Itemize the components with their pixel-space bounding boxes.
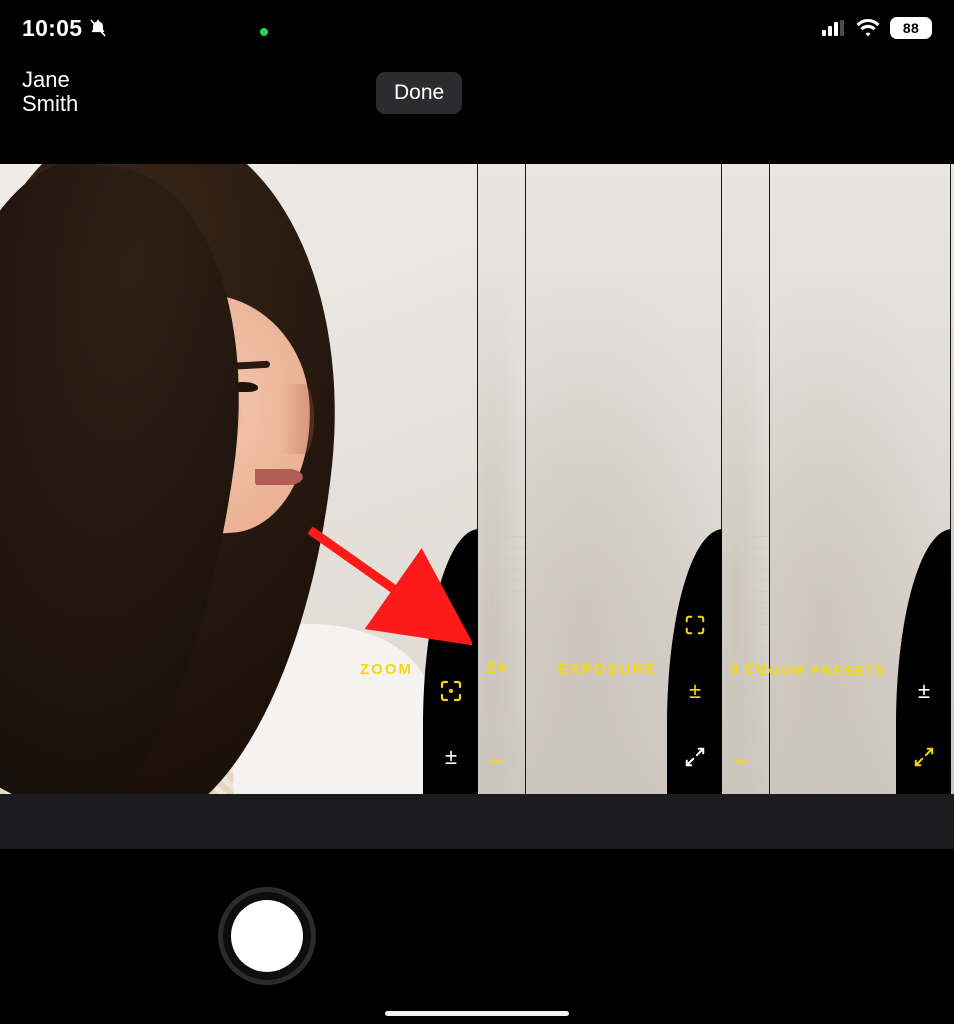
contact-last-name: Smith — [22, 92, 78, 116]
wifi-icon — [856, 19, 880, 37]
shutter-button[interactable] — [218, 887, 316, 985]
expand-icon — [682, 744, 708, 770]
contact-first-name: Jane — [22, 68, 78, 92]
plus-minus-icon: ± — [911, 678, 937, 704]
panel-divider: 2× − — [477, 164, 525, 794]
panel-divider: 2× − — [950, 164, 954, 794]
preview-panel-exposure[interactable]: EXPOSURE ± — [525, 164, 721, 794]
status-time: 10:05 — [22, 15, 82, 42]
cellular-icon — [822, 20, 846, 36]
expand-icon — [911, 744, 937, 770]
panel-divider: 0 EV − — [721, 164, 769, 794]
preview-panel-zoom-presets[interactable]: ZOOM PRESETS ± — [769, 164, 950, 794]
contact-name: Jane Smith — [22, 68, 78, 116]
camera-preview-strip: ZOOM ± 2× − EXPOSURE ± — [0, 164, 954, 794]
focus-bracket-icon — [438, 678, 464, 704]
done-button[interactable]: Done — [376, 72, 462, 114]
zoom-presets-label: ZOOM PRESETS — [759, 663, 886, 678]
shutter-inner — [231, 900, 303, 972]
zoom-ruler — [503, 536, 525, 786]
battery-indicator: 88 — [890, 17, 932, 39]
exposure-ruler — [747, 536, 769, 786]
camera-privacy-dot — [260, 28, 268, 36]
focus-bracket-icon — [682, 612, 708, 638]
preview-panel-zoom[interactable]: ZOOM ± — [0, 164, 477, 794]
silent-icon — [88, 18, 108, 38]
minus-icon: − — [488, 746, 504, 778]
home-indicator[interactable] — [385, 1011, 569, 1016]
plus-minus-icon: ± — [682, 678, 708, 704]
minus-icon: − — [732, 746, 748, 778]
zoom-label: ZOOM — [360, 661, 413, 678]
exposure-label: EXPOSURE — [558, 661, 657, 678]
plus-minus-icon: ± — [438, 744, 464, 770]
status-bar: 10:05 88 — [0, 0, 954, 56]
camera-tray — [0, 794, 954, 849]
